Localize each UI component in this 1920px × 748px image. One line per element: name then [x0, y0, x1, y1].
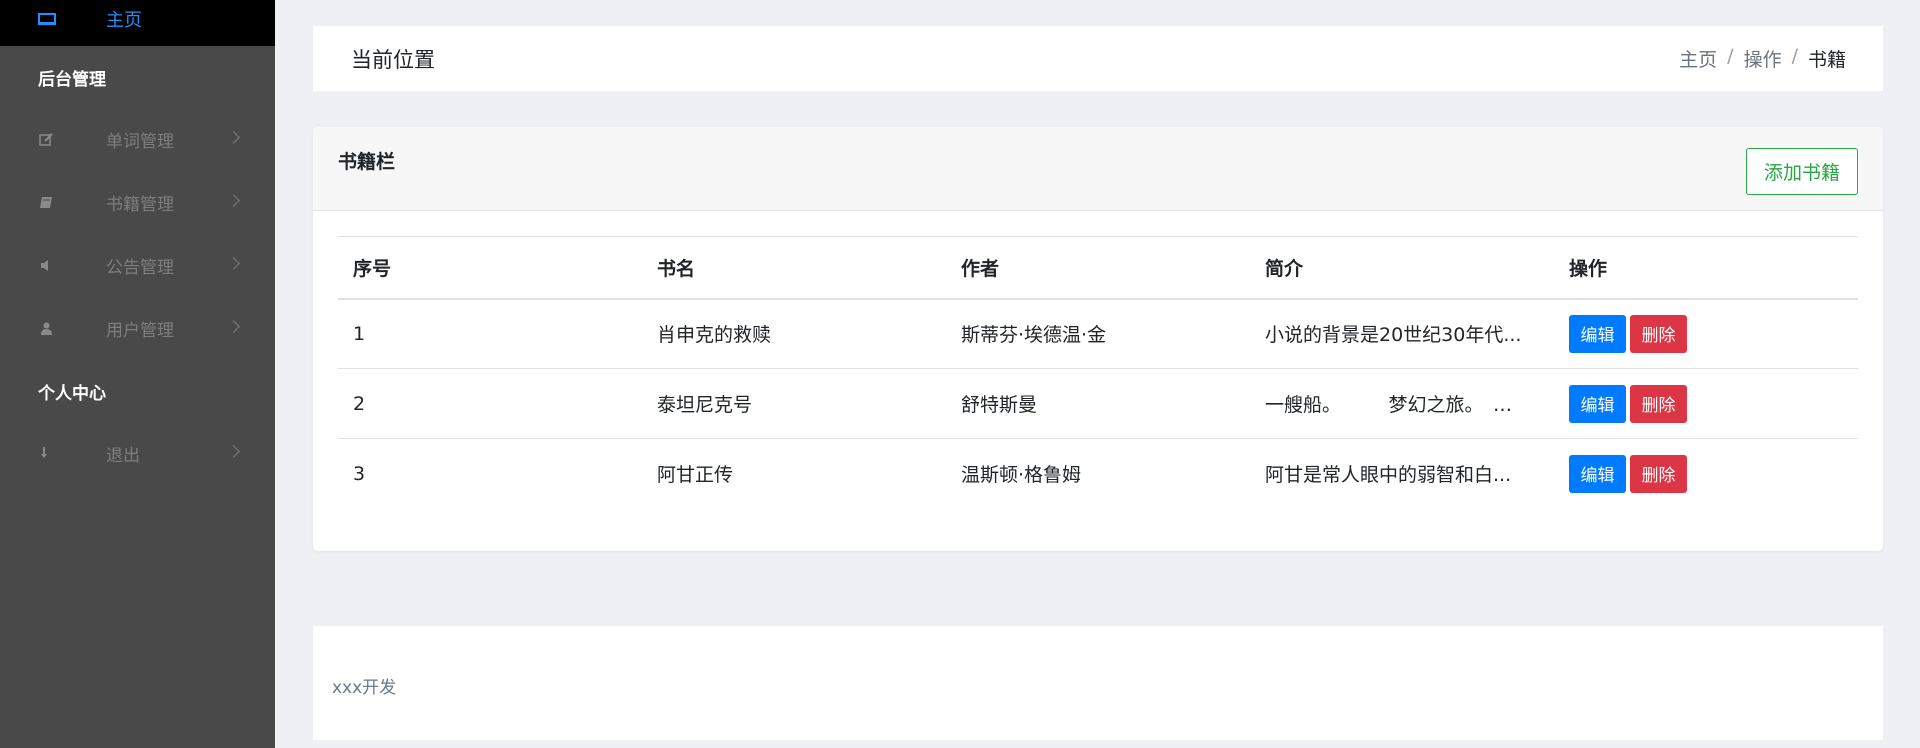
cell-actions: 编辑 删除 — [1554, 369, 1858, 439]
cell-id: 1 — [353, 322, 366, 345]
location-bar: 当前位置 主页 / 操作 / 书籍 — [313, 26, 1883, 91]
sidebar-item-home[interactable]: 主页 — [0, 0, 275, 46]
breadcrumb-home[interactable]: 主页 — [1679, 45, 1717, 72]
sidebar: 主页 后台管理 单词管理 书籍管理 公告管理 用户管理 个人中心 退出 — [0, 0, 275, 748]
add-book-button[interactable]: 添加书籍 — [1746, 148, 1858, 195]
books-card: 书籍栏 添加书籍 序号 书名 作者 简介 操作 1 肖申克的救赎 斯蒂芬·埃德温… — [313, 127, 1883, 551]
chevron-right-icon — [227, 320, 240, 333]
sidebar-home-label: 主页 — [106, 10, 142, 31]
delete-button[interactable]: 删除 — [1630, 314, 1687, 353]
cell-author: 舒特斯曼 — [961, 394, 1038, 416]
breadcrumb: 主页 / 操作 / 书籍 — [1679, 45, 1846, 72]
sidebar-section-admin: 后台管理 — [38, 69, 106, 90]
chevron-right-icon — [227, 194, 240, 207]
cell-intro: 一艘船。 梦幻之旅。 ... — [1250, 369, 1554, 439]
cell-name: 肖申克的救赎 — [657, 324, 772, 347]
sidebar-item-logout[interactable]: 退出 — [0, 422, 275, 485]
delete-button[interactable]: 删除 — [1630, 384, 1687, 423]
cell-actions: 编辑 删除 — [1554, 439, 1858, 509]
breadcrumb-separator: / — [1791, 45, 1798, 67]
edit-button[interactable]: 编辑 — [1569, 454, 1626, 493]
sidebar-item-label: 退出 — [106, 446, 140, 466]
column-header: 书名 — [657, 257, 696, 280]
edit-icon — [38, 132, 54, 148]
intro-text: 阿甘是常人眼中的弱智和白... — [1265, 464, 1512, 487]
table-row: 3 阿甘正传 温斯顿·格鲁姆 阿甘是常人眼中的弱智和白... 编辑 删除 — [338, 438, 1858, 509]
sidebar-item-label: 书籍管理 — [106, 195, 174, 215]
cell-author: 温斯顿·格鲁姆 — [961, 464, 1082, 487]
sidebar-item-notices[interactable]: 公告管理 — [0, 234, 275, 297]
table-header-row: 序号 书名 作者 简介 操作 — [338, 236, 1858, 299]
books-table: 序号 书名 作者 简介 操作 1 肖申克的救赎 斯蒂芬·埃德温·金 小说的背景是… — [338, 236, 1858, 509]
chevron-right-icon — [227, 131, 240, 144]
logout-icon — [38, 446, 54, 462]
sidebar-item-label: 单词管理 — [106, 132, 174, 152]
sidebar-item-books[interactable]: 书籍管理 — [0, 171, 275, 234]
column-header: 序号 — [353, 257, 392, 280]
intro-text: 一艘船。 梦幻之旅。 ... — [1265, 394, 1527, 416]
card-header: 书籍栏 添加书籍 — [313, 127, 1883, 211]
cell-actions: 编辑 删除 — [1554, 299, 1858, 369]
sidebar-item-label: 用户管理 — [106, 321, 174, 341]
cell-author: 斯蒂芬·埃德温·金 — [961, 324, 1107, 347]
cell-intro: 小说的背景是20世纪30年代... — [1250, 299, 1554, 369]
footer: xxx开发 — [313, 626, 1883, 740]
breadcrumb-current: 书籍 — [1807, 49, 1846, 71]
chevron-right-icon — [227, 445, 240, 458]
book-icon — [38, 195, 54, 211]
sidebar-item-users[interactable]: 用户管理 — [0, 297, 275, 360]
sidebar-section-personal: 个人中心 — [38, 383, 106, 404]
footer-text: xxx开发 — [332, 678, 397, 698]
speaker-icon — [38, 258, 54, 274]
column-header: 作者 — [961, 257, 1000, 280]
column-header: 简介 — [1265, 257, 1304, 280]
column-header: 操作 — [1569, 257, 1608, 280]
cell-id: 2 — [353, 392, 366, 415]
chevron-right-icon — [227, 257, 240, 270]
user-icon — [38, 321, 54, 337]
breadcrumb-separator: / — [1727, 45, 1734, 67]
breadcrumb-operations[interactable]: 操作 — [1744, 45, 1782, 72]
edit-button[interactable]: 编辑 — [1569, 384, 1626, 423]
card-title: 书籍栏 — [338, 151, 396, 173]
cell-name: 泰坦尼克号 — [657, 394, 753, 416]
table-row: 1 肖申克的救赎 斯蒂芬·埃德温·金 小说的背景是20世纪30年代... 编辑删… — [338, 299, 1858, 369]
delete-button[interactable]: 删除 — [1630, 454, 1687, 493]
sidebar-item-label: 公告管理 — [106, 258, 174, 278]
intro-text: 小说的背景是20世纪30年代... — [1265, 324, 1522, 347]
page-title: 当前位置 — [351, 47, 435, 72]
sidebar-item-words[interactable]: 单词管理 — [0, 108, 275, 171]
table-row: 2 泰坦尼克号 舒特斯曼 一艘船。 梦幻之旅。 ... 编辑 删除 — [338, 368, 1858, 439]
edit-button[interactable]: 编辑 — [1569, 314, 1626, 353]
cell-id: 3 — [353, 462, 366, 485]
cell-name: 阿甘正传 — [657, 464, 734, 487]
laptop-icon — [38, 13, 56, 25]
cell-intro: 阿甘是常人眼中的弱智和白... — [1250, 439, 1554, 509]
